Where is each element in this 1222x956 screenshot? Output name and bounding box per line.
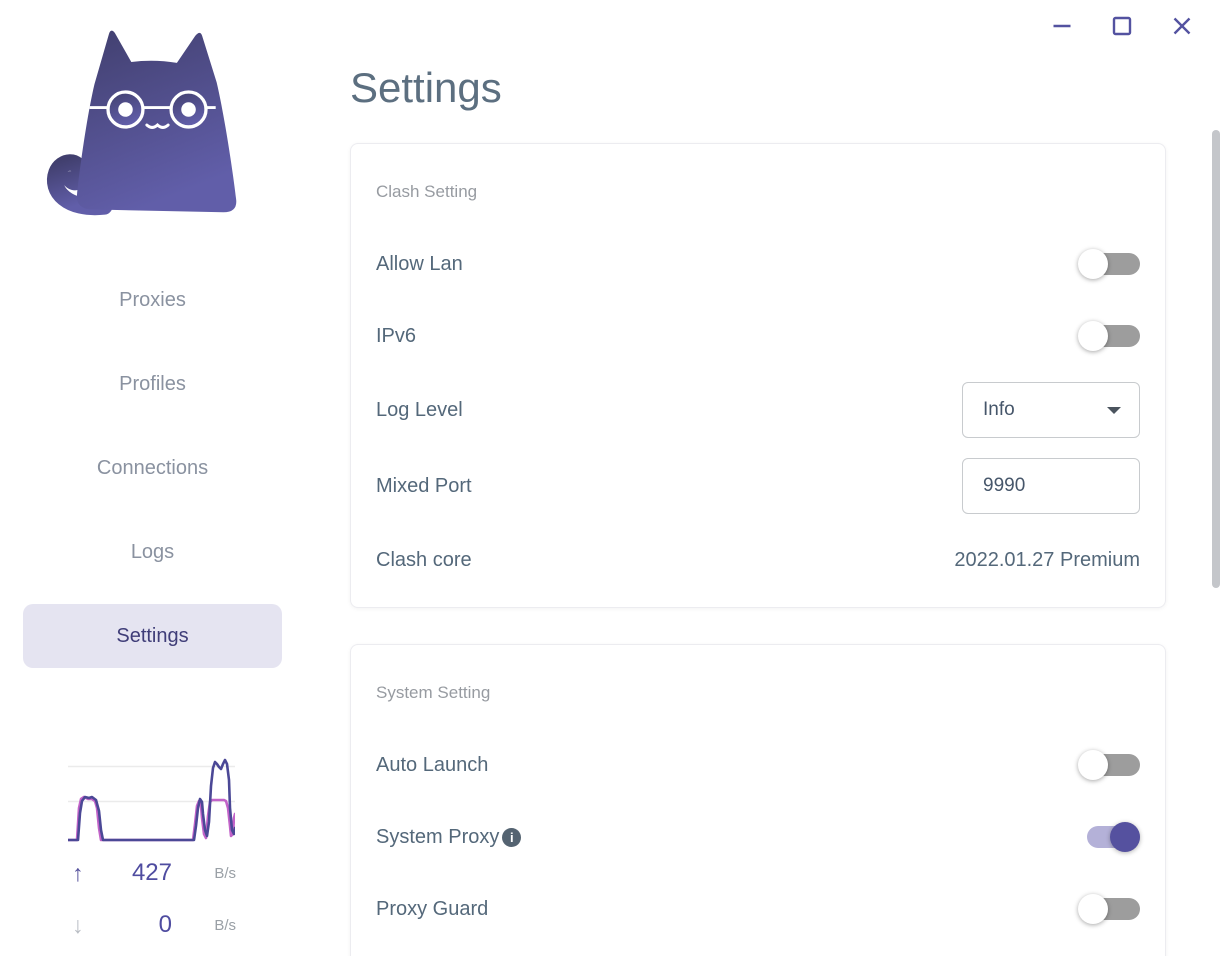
allow-lan-row: Allow Lan bbox=[376, 228, 1140, 300]
maximize-icon bbox=[1112, 16, 1132, 36]
sidebar-item-proxies[interactable]: Proxies bbox=[23, 268, 282, 332]
log-level-select[interactable]: Info bbox=[962, 382, 1140, 438]
system-proxy-toggle[interactable] bbox=[1078, 822, 1140, 852]
chevron-down-icon bbox=[1107, 407, 1121, 414]
traffic-graph bbox=[68, 758, 235, 842]
info-icon[interactable]: i bbox=[502, 827, 522, 847]
sidebar: Proxies Profiles Connections Logs Settin… bbox=[0, 0, 305, 956]
clash-core-label: Clash core bbox=[376, 548, 472, 571]
sidebar-item-logs[interactable]: Logs bbox=[23, 520, 282, 584]
maximize-button[interactable] bbox=[1110, 14, 1134, 38]
mixed-port-label: Mixed Port bbox=[376, 474, 472, 497]
download-speed-unit: B/s bbox=[214, 916, 236, 934]
clash-setting-card: Clash Setting Allow Lan IPv6 Log Level I… bbox=[350, 143, 1166, 608]
auto-launch-row: Auto Launch bbox=[376, 729, 1140, 801]
upload-speed-row: ↑ 427 B/s bbox=[0, 858, 305, 888]
clash-core-row: Clash core 2022.01.27 Premium bbox=[376, 524, 1140, 596]
system-proxy-row: System Proxy i bbox=[376, 801, 1140, 873]
upload-speed-value: 427 bbox=[131, 859, 172, 886]
proxy-guard-label: Proxy Guard bbox=[376, 897, 489, 920]
auto-launch-toggle[interactable] bbox=[1078, 750, 1140, 780]
log-level-selected-value: Info bbox=[983, 399, 1015, 420]
main-content: Settings Clash Setting Allow Lan IPv6 Lo… bbox=[350, 0, 1166, 956]
download-speed-row: ↓ 0 B/s bbox=[0, 910, 305, 940]
sidebar-item-settings[interactable]: Settings bbox=[23, 604, 282, 668]
sidebar-item-profiles[interactable]: Profiles bbox=[23, 352, 282, 416]
log-level-row: Log Level Info bbox=[376, 372, 1140, 448]
mixed-port-input[interactable] bbox=[962, 458, 1140, 514]
proxy-guard-toggle[interactable] bbox=[1078, 894, 1140, 924]
window-controls bbox=[1050, 14, 1194, 38]
close-button[interactable] bbox=[1170, 14, 1194, 38]
ipv6-toggle[interactable] bbox=[1078, 321, 1140, 351]
system-setting-header: System Setting bbox=[376, 683, 491, 702]
vertical-scrollbar[interactable] bbox=[1212, 130, 1220, 588]
traffic-panel: ↑ 427 B/s ↓ 0 B/s bbox=[0, 756, 305, 940]
allow-lan-label: Allow Lan bbox=[376, 252, 463, 275]
log-level-label: Log Level bbox=[376, 398, 463, 421]
download-arrow-icon: ↓ bbox=[72, 912, 84, 938]
auto-launch-label: Auto Launch bbox=[376, 753, 489, 776]
sidebar-item-connections[interactable]: Connections bbox=[23, 436, 282, 500]
app-window: Proxies Profiles Connections Logs Settin… bbox=[0, 0, 1222, 956]
minimize-button[interactable] bbox=[1050, 14, 1074, 38]
close-icon bbox=[1173, 17, 1191, 35]
system-setting-card: System Setting Auto Launch System Proxy … bbox=[350, 644, 1166, 956]
ipv6-label: IPv6 bbox=[376, 324, 417, 347]
upload-arrow-icon: ↑ bbox=[72, 860, 84, 886]
sidebar-nav: Proxies Profiles Connections Logs Settin… bbox=[0, 268, 305, 688]
minimize-icon bbox=[1053, 24, 1071, 28]
allow-lan-toggle[interactable] bbox=[1078, 249, 1140, 279]
mixed-port-row: Mixed Port bbox=[376, 448, 1140, 524]
download-speed-value: 0 bbox=[158, 911, 172, 938]
system-proxy-label: System Proxy bbox=[376, 825, 500, 848]
proxy-guard-row: Proxy Guard bbox=[376, 873, 1140, 945]
upload-speed-unit: B/s bbox=[214, 864, 236, 882]
clash-core-version: 2022.01.27 Premium bbox=[954, 548, 1140, 571]
clash-cat-logo bbox=[47, 30, 237, 216]
ipv6-row: IPv6 bbox=[376, 300, 1140, 372]
page-title: Settings bbox=[350, 64, 502, 111]
clash-setting-header: Clash Setting bbox=[376, 182, 478, 201]
